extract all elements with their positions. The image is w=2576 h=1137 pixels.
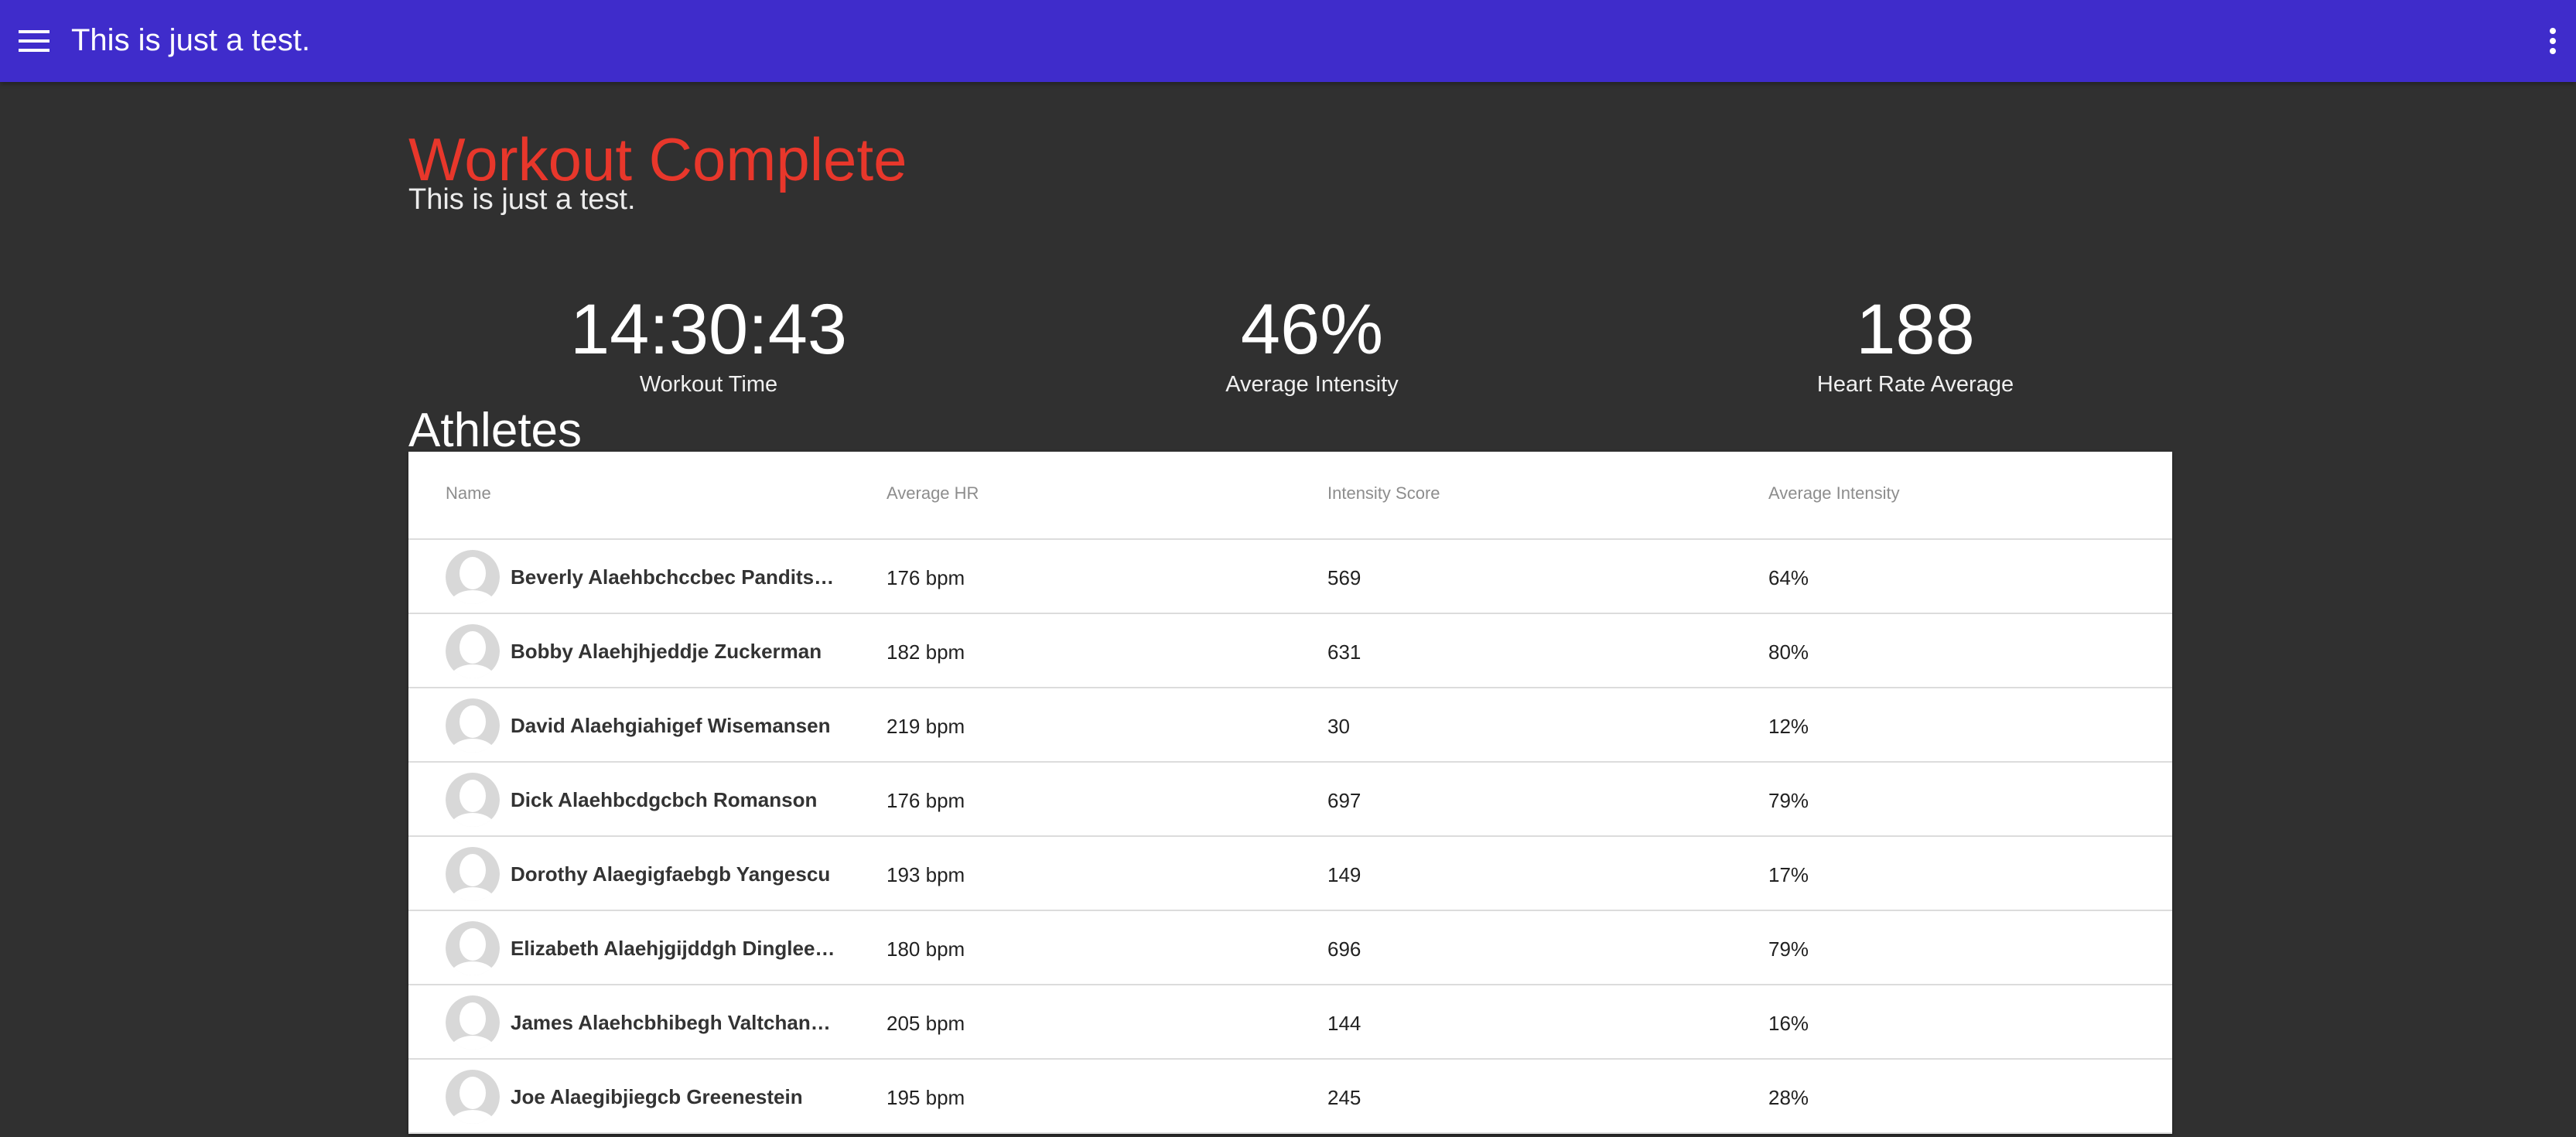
avatar <box>446 698 500 753</box>
intensity-score-cell: 569 <box>1327 566 1361 589</box>
average-hr-cell: 180 bpm <box>887 937 965 961</box>
column-header-average-hr[interactable]: Average HR <box>887 483 979 504</box>
column-header-name[interactable]: Name <box>446 483 491 504</box>
avatar <box>446 995 500 1050</box>
user-icon <box>446 773 500 827</box>
average-hr-cell: 205 bpm <box>887 1012 965 1035</box>
intensity-score-cell: 696 <box>1327 937 1361 961</box>
avatar <box>446 847 500 901</box>
intensity-score-cell: 631 <box>1327 640 1361 664</box>
avatar <box>446 921 500 975</box>
stat-label: Heart Rate Average <box>1816 372 2014 397</box>
table-row[interactable]: David Alaehgiahigef Wisemansen 219 bpm 3… <box>408 688 2172 763</box>
average-intensity-cell: 16% <box>1768 1012 1809 1035</box>
user-icon <box>446 847 500 901</box>
menu-icon <box>19 30 50 52</box>
average-intensity-cell: 79% <box>1768 937 1809 961</box>
average-hr-cell: 182 bpm <box>887 640 965 664</box>
intensity-score-cell: 697 <box>1327 789 1361 812</box>
avatar <box>446 550 500 604</box>
stat-average-intensity: 46% Average Intensity <box>1095 291 1529 398</box>
avatar <box>446 773 500 827</box>
stat-value: 188 <box>1856 290 1975 369</box>
table-row[interactable]: Elizabeth Alaehjgijddgh Dingleeberg 180 … <box>408 911 2172 985</box>
average-intensity-cell: 17% <box>1768 863 1809 886</box>
table-body: Beverly Alaehbchccbec Panditsonsky 176 b… <box>408 540 2172 1134</box>
stat-label: Average Intensity <box>1225 372 1399 397</box>
user-icon <box>446 995 500 1050</box>
average-intensity-cell: 79% <box>1768 789 1809 812</box>
table-row[interactable]: Joe Alaegibjiegcb Greenestein 195 bpm 24… <box>408 1060 2172 1134</box>
column-header-intensity-score[interactable]: Intensity Score <box>1327 483 1440 504</box>
average-intensity-cell: 80% <box>1768 640 1809 664</box>
athlete-name: Elizabeth Alaehjgijddgh Dingleeberg <box>511 937 839 960</box>
stat-value: 14:30:43 <box>569 290 848 369</box>
table-row[interactable]: Bobby Alaehjhjeddje Zuckerman 182 bpm 63… <box>408 614 2172 688</box>
intensity-score-cell: 149 <box>1327 863 1361 886</box>
average-hr-cell: 176 bpm <box>887 789 965 812</box>
table-header: Name Average HR Intensity Score Average … <box>408 452 2172 540</box>
average-intensity-cell: 28% <box>1768 1086 1809 1109</box>
athletes-table: Name Average HR Intensity Score Average … <box>408 452 2172 1134</box>
average-intensity-cell: 64% <box>1768 566 1809 589</box>
athlete-name: Joe Alaegibjiegcb Greenestein <box>511 1085 803 1108</box>
avatar <box>446 1070 500 1124</box>
athlete-name: Beverly Alaehbchccbec Panditsonsky <box>511 565 839 589</box>
intensity-score-cell: 245 <box>1327 1086 1361 1109</box>
column-header-average-intensity[interactable]: Average Intensity <box>1768 483 1900 504</box>
intensity-score-cell: 30 <box>1327 715 1350 738</box>
stat-workout-time: 14:30:43 Workout Time <box>492 291 925 398</box>
average-hr-cell: 193 bpm <box>887 863 965 886</box>
user-icon <box>446 698 500 753</box>
top-app-bar: This is just a test. <box>0 0 2576 82</box>
user-icon <box>446 921 500 975</box>
table-row[interactable]: Beverly Alaehbchccbec Panditsonsky 176 b… <box>408 540 2172 614</box>
stat-heart-rate-average: 188 Heart Rate Average <box>1699 291 2132 398</box>
average-hr-cell: 176 bpm <box>887 566 965 589</box>
average-hr-cell: 219 bpm <box>887 715 965 738</box>
stat-label: Workout Time <box>639 372 778 397</box>
more-options-button[interactable] <box>2534 17 2571 65</box>
menu-button[interactable] <box>14 17 54 65</box>
page-subtitle: This is just a test. <box>408 183 636 216</box>
athlete-name: Dorothy Alaegigfaebgb Yangescu <box>511 862 831 886</box>
average-intensity-cell: 12% <box>1768 715 1809 738</box>
athlete-name: Dick Alaehbcdgcbch Romanson <box>511 788 818 811</box>
user-icon <box>446 550 500 604</box>
avatar <box>446 624 500 678</box>
intensity-score-cell: 144 <box>1327 1012 1361 1035</box>
average-hr-cell: 195 bpm <box>887 1086 965 1109</box>
more-vert-icon <box>2550 28 2556 54</box>
user-icon <box>446 1070 500 1124</box>
user-icon <box>446 624 500 678</box>
app-title: This is just a test. <box>71 23 310 57</box>
athlete-name: James Alaehcbhibegh Valtchanowitz <box>511 1011 839 1034</box>
table-row[interactable]: James Alaehcbhibegh Valtchanowitz 205 bp… <box>408 985 2172 1060</box>
table-row[interactable]: Dick Alaehbcdgcbch Romanson 176 bpm 697 … <box>408 763 2172 837</box>
table-row[interactable]: Dorothy Alaegigfaebgb Yangescu 193 bpm 1… <box>408 837 2172 911</box>
athlete-name: Bobby Alaehjhjeddje Zuckerman <box>511 640 822 663</box>
athlete-name: David Alaehgiahigef Wisemansen <box>511 714 831 737</box>
stat-value: 46% <box>1240 290 1384 369</box>
